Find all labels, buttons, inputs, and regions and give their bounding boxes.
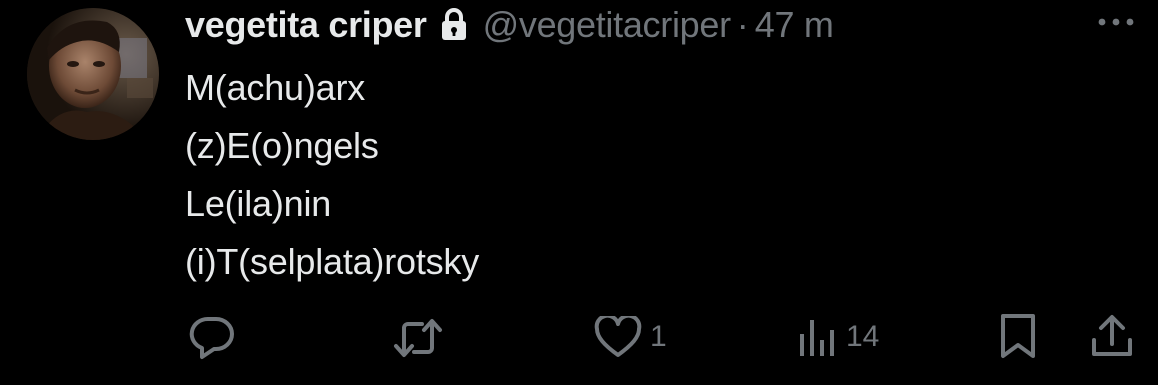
heart-icon [594, 316, 642, 358]
share-button[interactable] [1088, 312, 1136, 360]
like-button[interactable]: 1 [594, 316, 667, 358]
reply-icon [188, 314, 236, 360]
user-handle[interactable]: @vegetitacriper [483, 4, 731, 46]
display-name[interactable]: vegetita criper [185, 4, 427, 46]
tweet[interactable]: vegetita criper @vegetitacriper · 47 m M… [0, 0, 1158, 385]
tweet-line: Le(ila)nin [185, 183, 332, 224]
avatar[interactable] [27, 8, 159, 140]
tweet-header: vegetita criper @vegetitacriper · 47 m [185, 0, 834, 50]
tweet-line: M(achu)arx [185, 67, 366, 108]
views-button[interactable]: 14 [798, 316, 879, 358]
reply-button[interactable] [188, 314, 244, 360]
timestamp[interactable]: 47 m [755, 4, 834, 46]
views-icon [798, 316, 838, 358]
lock-icon [439, 7, 469, 43]
bookmark-icon [998, 312, 1038, 360]
like-count: 1 [650, 320, 667, 353]
tweet-line: (z)E(o)ngels [185, 125, 379, 166]
tweet-line: (i)T(selplata)rotsky [185, 241, 480, 282]
tweet-text: M(achu)arx (z)E(o)ngels Le(ila)nin (i)T(… [185, 59, 479, 291]
retweet-icon [393, 316, 443, 360]
action-bar: 1 14 [0, 0, 1158, 385]
retweet-button[interactable] [393, 316, 451, 360]
share-icon [1088, 312, 1136, 360]
bookmark-button[interactable] [998, 312, 1038, 360]
separator-dot: · [736, 4, 749, 45]
more-options-icon[interactable] [1094, 10, 1138, 34]
views-count: 14 [846, 320, 880, 353]
